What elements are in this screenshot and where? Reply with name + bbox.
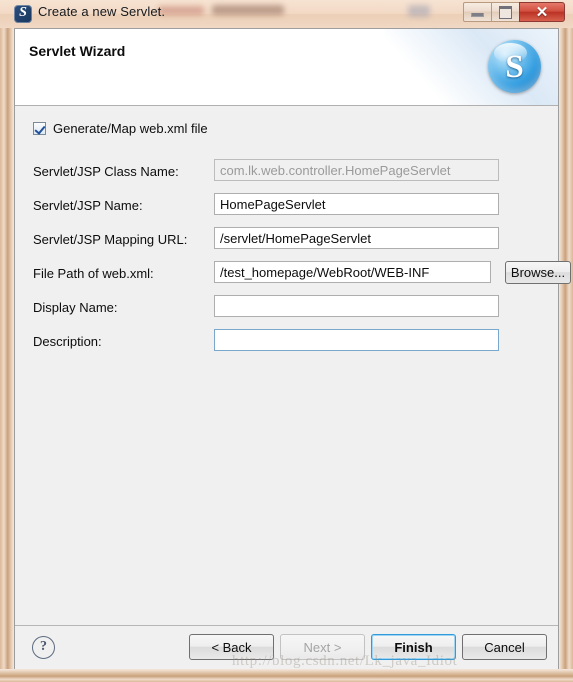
maximize-icon <box>499 5 512 19</box>
mapping-url-input[interactable] <box>214 227 499 249</box>
form-row-webxml-path: File Path of web.xml: Browse... <box>15 261 571 289</box>
title-bar-background-blur <box>150 0 450 28</box>
label-class-name: Servlet/JSP Class Name: <box>33 164 179 179</box>
close-button[interactable]: ✕ <box>519 2 565 22</box>
sphere-logo-glyph: S <box>505 49 524 85</box>
generate-webxml-checkbox-row[interactable]: Generate/Map web.xml file <box>33 121 208 136</box>
minimize-button[interactable] <box>463 2 492 22</box>
label-display-name: Display Name: <box>33 300 118 315</box>
cancel-button[interactable]: Cancel <box>462 634 547 660</box>
minimize-icon <box>471 13 484 17</box>
wizard-navigation-buttons: < Back Next > Finish Cancel <box>189 634 547 660</box>
servlet-name-input[interactable] <box>214 193 499 215</box>
wizard-dialog: Servlet Wizard S Generate/Map web.xml fi… <box>14 28 571 669</box>
window-frame-bottom <box>0 669 573 682</box>
window-frame-right <box>559 0 573 682</box>
generate-webxml-label: Generate/Map web.xml file <box>53 121 208 136</box>
page-title: Servlet Wizard <box>29 43 126 59</box>
app-icon-glyph: S <box>19 5 27 20</box>
wizard-content: Generate/Map web.xml file Servlet/JSP Cl… <box>15 106 571 625</box>
window-frame-left <box>0 0 14 682</box>
servlet-app-icon: S <box>14 5 32 23</box>
description-input[interactable] <box>214 329 499 351</box>
close-icon: ✕ <box>535 3 549 21</box>
label-mapping-url: Servlet/JSP Mapping URL: <box>33 232 188 247</box>
servlet-form: Servlet/JSP Class Name: Servlet/JSP Name… <box>15 159 571 363</box>
dialog-button-bar: ? < Back Next > Finish Cancel <box>15 625 558 669</box>
back-button[interactable]: < Back <box>189 634 274 660</box>
label-description: Description: <box>33 334 102 349</box>
webxml-path-input[interactable] <box>214 261 491 283</box>
browse-button[interactable]: Browse... <box>505 261 571 284</box>
class-name-input <box>214 159 499 181</box>
window-title: Create a new Servlet. <box>38 4 166 19</box>
display-name-input[interactable] <box>214 295 499 317</box>
dialog-window: S Create a new Servlet. ✕ Servlet Wizard… <box>0 0 573 682</box>
form-row-mapping-url: Servlet/JSP Mapping URL: <box>15 227 558 255</box>
help-icon[interactable]: ? <box>32 636 55 659</box>
next-button: Next > <box>280 634 365 660</box>
maximize-button[interactable] <box>491 2 520 22</box>
servlet-sphere-logo: S <box>488 40 541 93</box>
window-controls: ✕ <box>463 2 565 23</box>
wizard-banner: Servlet Wizard S <box>15 29 558 106</box>
form-row-display-name: Display Name: <box>15 295 558 323</box>
label-servlet-name: Servlet/JSP Name: <box>33 198 143 213</box>
form-row-class-name: Servlet/JSP Class Name: <box>15 159 558 187</box>
title-bar[interactable]: S Create a new Servlet. ✕ <box>0 0 573 28</box>
generate-webxml-checkbox[interactable] <box>33 122 46 135</box>
finish-button[interactable]: Finish <box>371 634 456 660</box>
form-row-servlet-name: Servlet/JSP Name: <box>15 193 558 221</box>
form-row-description: Description: <box>15 329 558 357</box>
label-webxml-path: File Path of web.xml: <box>33 266 154 281</box>
